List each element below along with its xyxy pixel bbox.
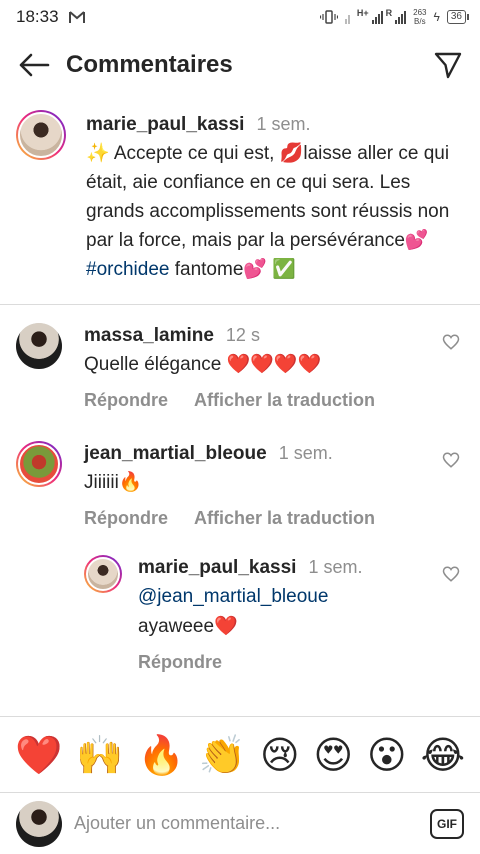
- reply-button[interactable]: Répondre: [84, 508, 168, 529]
- translate-button[interactable]: Afficher la traduction: [194, 390, 375, 411]
- reply-username[interactable]: marie_paul_kassi: [138, 557, 296, 578]
- paper-plane-icon: [434, 52, 462, 79]
- comment-input-bar: GIF: [0, 792, 480, 854]
- caption-username[interactable]: marie_paul_kassi: [86, 114, 244, 135]
- comment-time: 1 sem.: [278, 443, 333, 463]
- network-type: H+: [356, 8, 369, 18]
- page-title: Commentaires: [66, 51, 233, 78]
- reply-text: ayaweee❤️: [138, 616, 238, 637]
- header: Commentaires: [0, 34, 480, 96]
- caption-time: 1 sem.: [256, 114, 311, 134]
- caption-text-main: ✨ Accepte ce qui est, 💋laisse aller ce q…: [86, 143, 450, 251]
- comment-item: massa_lamine 12 s Quelle élégance ❤️❤️❤️❤…: [0, 321, 480, 411]
- arrow-left-icon: [19, 53, 50, 77]
- reaction-heart-button[interactable]: ❤️: [15, 733, 62, 777]
- comment-text: Quelle élégance ❤️❤️❤️❤️: [84, 354, 322, 375]
- reaction-crying-button[interactable]: 😢: [260, 733, 300, 777]
- reaction-fire-button[interactable]: 🔥: [137, 733, 184, 777]
- reply-mention[interactable]: @jean_martial_bleoue: [138, 582, 464, 612]
- signal-2-icon: [371, 10, 383, 24]
- share-button[interactable]: [430, 47, 466, 83]
- translate-button[interactable]: Afficher la traduction: [194, 508, 375, 529]
- avatar[interactable]: [16, 110, 66, 160]
- caption-text: ✨ Accepte ce qui est, 💋laisse aller ce q…: [86, 139, 464, 284]
- reply-button[interactable]: Répondre: [138, 652, 222, 673]
- avatar[interactable]: [16, 441, 62, 487]
- like-heart-icon[interactable]: [442, 565, 460, 583]
- reaction-laughing-button[interactable]: 😂: [421, 733, 465, 777]
- quick-reactions-bar: ❤️ 🙌 🔥 👏 😢 😍 😮 😂: [0, 716, 480, 792]
- comment-username[interactable]: massa_lamine: [84, 325, 214, 346]
- avatar[interactable]: [84, 555, 122, 593]
- reply-time: 1 sem.: [308, 557, 363, 577]
- status-bar: 18:33 H+ R 263 B/s ϟ 36: [0, 0, 480, 34]
- vibrate-icon: [319, 10, 338, 24]
- avatar: [16, 800, 62, 847]
- reply-button[interactable]: Répondre: [84, 390, 168, 411]
- reaction-raised-hands-button[interactable]: 🙌: [76, 733, 123, 777]
- caption-hashtag[interactable]: #orchidee: [86, 259, 169, 280]
- roaming-label: R: [385, 8, 393, 18]
- caption-text-end: fantome💕 ✅: [169, 259, 296, 280]
- comment-text: Jiiiiii🔥: [84, 472, 143, 493]
- comment-item: jean_martial_bleoue 1 sem. Jiiiiii🔥 Répon…: [0, 439, 480, 529]
- net-speed-unit: B/s: [414, 17, 426, 26]
- gif-button[interactable]: GIF: [430, 808, 464, 839]
- comment-input[interactable]: [74, 813, 430, 834]
- comment-time: 12 s: [225, 325, 260, 345]
- signal-1-icon: [344, 10, 350, 24]
- reaction-heart-eyes-button[interactable]: 😍: [314, 733, 354, 777]
- avatar[interactable]: [16, 323, 62, 369]
- post-caption: marie_paul_kassi 1 sem. ✨ Accepte ce qui …: [0, 96, 480, 305]
- like-heart-icon[interactable]: [442, 451, 460, 469]
- net-speed: 263 B/s: [413, 8, 426, 26]
- status-time: 18:33: [16, 7, 59, 26]
- charging-icon: ϟ: [433, 10, 440, 24]
- battery-indicator: 36: [446, 10, 470, 24]
- back-button[interactable]: [16, 47, 52, 83]
- reply-item: marie_paul_kassi 1 sem. @jean_martial_ble…: [0, 553, 480, 673]
- net-speed-value: 263: [413, 8, 427, 17]
- comment-username[interactable]: jean_martial_bleoue: [84, 443, 267, 464]
- signal-3-icon: [395, 10, 407, 24]
- like-heart-icon[interactable]: [442, 333, 460, 351]
- gmail-icon: [68, 10, 85, 23]
- reaction-clap-button[interactable]: 👏: [199, 733, 246, 777]
- reaction-surprised-button[interactable]: 😮: [367, 733, 407, 777]
